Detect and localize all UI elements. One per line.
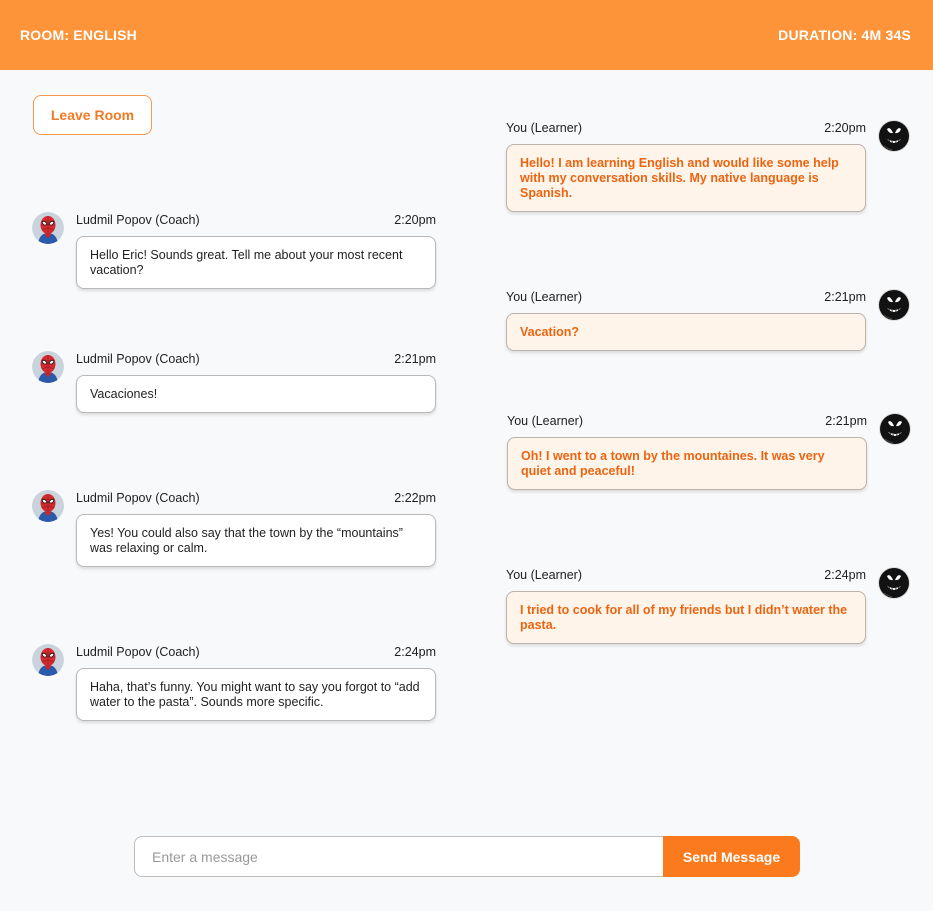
message-input[interactable] [135,837,663,876]
message-bubble: Oh! I went to a town by the mountaines. … [507,437,867,490]
spiderman-avatar-icon [32,490,64,522]
message-bubble: I tried to cook for all of my friends bu… [506,591,866,644]
learner-message: You (Learner) 2:21pm Vacation? [506,289,866,351]
message-time: 2:20pm [394,213,436,227]
message-time: 2:24pm [824,568,866,582]
message-time: 2:20pm [824,121,866,135]
venom-avatar-icon [878,120,910,152]
message-sender: Ludmil Popov (Coach) [76,213,200,227]
learner-message: You (Learner) 2:21pm Oh! I went to a town… [507,413,867,490]
venom-avatar-icon [878,289,910,321]
message-bubble: Haha, that’s funny. You might want to sa… [76,668,436,721]
message-time: 2:21pm [394,352,436,366]
message-bubble: Vacation? [506,313,866,351]
message-sender: You (Learner) [506,290,582,304]
spiderman-avatar-icon [32,212,64,244]
spiderman-avatar-icon [32,644,64,676]
venom-avatar-icon [879,413,911,445]
session-duration: DURATION: 4M 34S [778,27,911,43]
message-sender: Ludmil Popov (Coach) [76,352,200,366]
message-time: 2:21pm [824,290,866,304]
message-bubble: Hello! I am learning English and would l… [506,144,866,212]
message-time: 2:24pm [394,645,436,659]
message-bubble: Yes! You could also say that the town by… [76,514,436,567]
send-message-button[interactable]: Send Message [663,836,800,877]
leave-room-button[interactable]: Leave Room [33,95,152,135]
message-sender: You (Learner) [507,414,583,428]
coach-message: Ludmil Popov (Coach) 2:20pm Hello Eric! S… [76,212,436,289]
message-sender: Ludmil Popov (Coach) [76,491,200,505]
venom-avatar-icon [878,567,910,599]
message-bubble: Vacaciones! [76,375,436,413]
learner-message: You (Learner) 2:20pm Hello! I am learning… [506,120,866,212]
room-name: ROOM: ENGLISH [20,27,137,43]
coach-message: Ludmil Popov (Coach) 2:22pm Yes! You coul… [76,490,436,567]
message-time: 2:21pm [825,414,867,428]
message-sender: Ludmil Popov (Coach) [76,645,200,659]
room-header: ROOM: ENGLISH DURATION: 4M 34S [0,0,933,70]
message-bubble: Hello Eric! Sounds great. Tell me about … [76,236,436,289]
message-sender: You (Learner) [506,568,582,582]
message-time: 2:22pm [394,491,436,505]
coach-message: Ludmil Popov (Coach) 2:24pm Haha, that’s … [76,644,436,721]
spiderman-avatar-icon [32,351,64,383]
coach-message: Ludmil Popov (Coach) 2:21pm Vacaciones! [76,351,436,413]
message-input-wrapper [134,836,664,877]
learner-message: You (Learner) 2:24pm I tried to cook for … [506,567,866,644]
message-sender: You (Learner) [506,121,582,135]
